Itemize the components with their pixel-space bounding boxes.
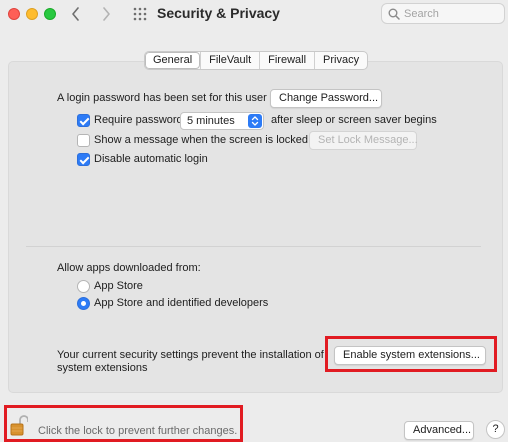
chevron-right-icon bbox=[103, 7, 110, 21]
select-stepper bbox=[248, 114, 262, 128]
show-all-button[interactable] bbox=[130, 4, 150, 24]
up-down-chevron-icon bbox=[251, 116, 259, 126]
set-lock-message-button[interactable]: Set Lock Message... bbox=[309, 131, 418, 150]
require-password-label: Require password bbox=[94, 114, 183, 126]
change-password-button[interactable]: Change Password... bbox=[270, 89, 382, 108]
grid-icon bbox=[133, 7, 147, 21]
disable-auto-login-label: Disable automatic login bbox=[94, 153, 208, 165]
window-title: Security & Privacy bbox=[157, 5, 280, 21]
chevron-left-icon bbox=[72, 7, 79, 21]
search-field[interactable] bbox=[381, 3, 505, 24]
radio-app-store-label: App Store bbox=[94, 280, 143, 292]
radio-app-store-identified-label: App Store and identified developers bbox=[94, 297, 269, 309]
back-button[interactable] bbox=[66, 4, 86, 24]
tab-firewall[interactable]: Firewall bbox=[259, 52, 314, 69]
password-delay-select[interactable]: 5 minutes bbox=[180, 112, 264, 130]
search-input[interactable] bbox=[404, 7, 500, 20]
disable-auto-login-checkbox[interactable] bbox=[77, 153, 90, 166]
radio-app-store-identified[interactable] bbox=[77, 297, 90, 310]
require-password-suffix: after sleep or screen saver begins bbox=[271, 114, 437, 126]
tab-filevault[interactable]: FileVault bbox=[200, 52, 259, 69]
login-password-text: A login password has been set for this u… bbox=[57, 92, 267, 104]
show-message-checkbox[interactable] bbox=[77, 134, 90, 147]
extensions-message-line1: Your current security settings prevent t… bbox=[57, 349, 324, 361]
extensions-highlight-box bbox=[325, 336, 497, 372]
close-window-button[interactable] bbox=[8, 8, 20, 20]
title-bar: Security & Privacy bbox=[0, 0, 508, 28]
search-icon bbox=[388, 8, 400, 20]
minimize-window-button[interactable] bbox=[26, 8, 38, 20]
show-message-label: Show a message when the screen is locked bbox=[94, 134, 309, 146]
help-button[interactable]: ? bbox=[486, 420, 505, 439]
tab-general[interactable]: General bbox=[145, 52, 201, 69]
forward-button[interactable] bbox=[96, 4, 116, 24]
zoom-window-button[interactable] bbox=[44, 8, 56, 20]
tab-privacy[interactable]: Privacy bbox=[314, 52, 367, 69]
section-divider bbox=[26, 246, 481, 247]
extensions-message-line2: system extensions bbox=[57, 362, 148, 374]
require-password-checkbox[interactable] bbox=[77, 114, 90, 127]
allow-apps-heading: Allow apps downloaded from: bbox=[57, 262, 201, 274]
password-delay-value: 5 minutes bbox=[187, 115, 235, 127]
advanced-button[interactable]: Advanced... bbox=[404, 421, 474, 440]
lock-highlight-box bbox=[4, 405, 243, 442]
tab-bar: General FileVault Firewall Privacy bbox=[144, 51, 369, 70]
radio-app-store[interactable] bbox=[77, 280, 90, 293]
